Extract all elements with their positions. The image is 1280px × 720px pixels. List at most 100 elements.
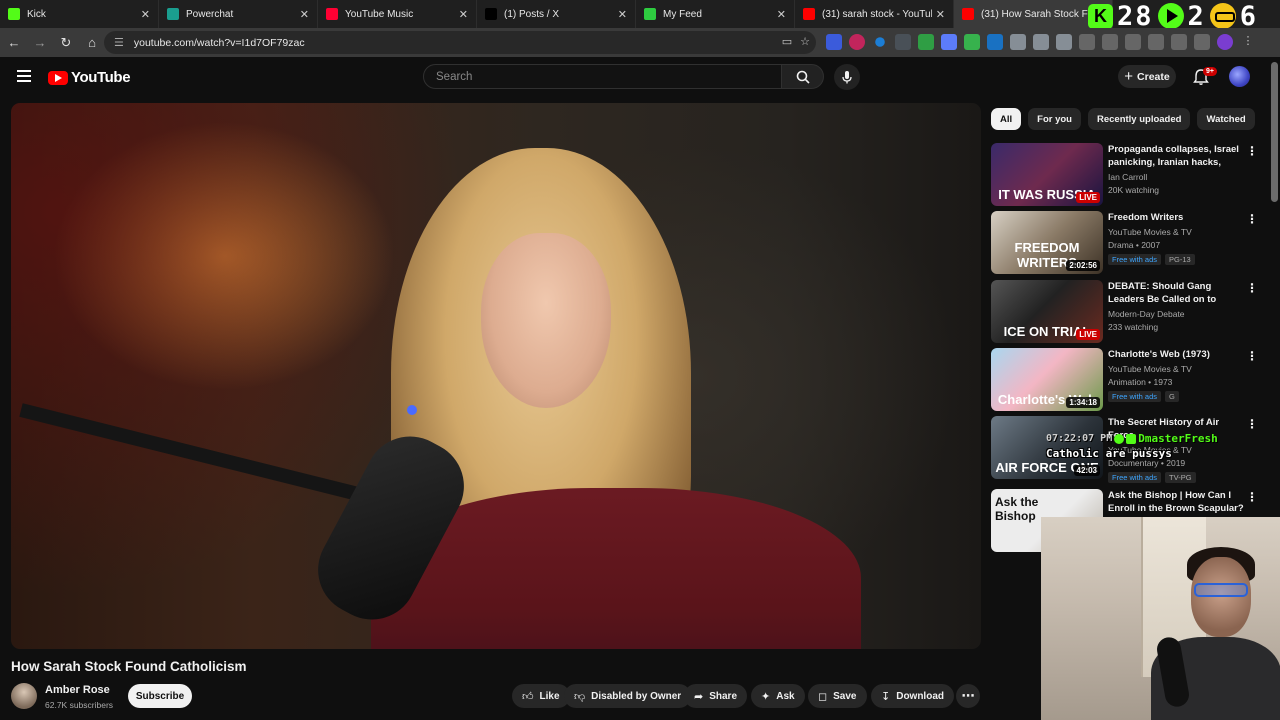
filter-chip[interactable]: All [991, 108, 1022, 130]
youtube-logo[interactable]: YouTube [48, 69, 131, 86]
extension-icon[interactable] [1010, 34, 1026, 50]
extension-icon[interactable] [941, 34, 957, 50]
tab-close-icon[interactable]: ✕ [459, 8, 468, 21]
site-info-icon[interactable]: ☰ [114, 36, 124, 49]
video-thumbnail[interactable]: IT WAS RUSSIA LIVE [991, 143, 1103, 206]
tab-close-icon[interactable]: ✕ [141, 8, 150, 21]
browser-tab[interactable]: Powerchat ✕ [159, 0, 318, 28]
extension-icon[interactable] [849, 34, 865, 50]
more-actions-button[interactable]: ⋯ [956, 684, 980, 708]
extension-icon[interactable] [964, 34, 980, 50]
recommended-stats: Animation • 1973 [1108, 377, 1173, 387]
extension-icon[interactable] [875, 37, 885, 47]
account-avatar[interactable] [1229, 66, 1250, 87]
kick-badge-icon [1114, 433, 1125, 444]
extension-icon[interactable] [1148, 34, 1164, 50]
sidebar-icon[interactable] [1171, 34, 1187, 50]
video-player[interactable] [11, 103, 981, 649]
extension-icon[interactable] [826, 34, 842, 50]
duration-badge: 2:02:56 [1066, 260, 1100, 271]
menu-icon[interactable] [17, 70, 31, 82]
youtube-header: YouTube Search + Create 9+ [0, 57, 1280, 97]
download-button[interactable]: ↧ Download [871, 684, 954, 708]
share-button[interactable]: ➦ Share [684, 684, 748, 708]
browser-tab[interactable]: Kick ✕ [0, 0, 159, 28]
browser-tab[interactable]: YouTube Music ✕ [318, 0, 477, 28]
like-button[interactable]: 👍︎ Like [512, 684, 570, 708]
ask-button[interactable]: ✦ Ask [751, 684, 805, 708]
tab-title: Powerchat [186, 8, 234, 20]
home-icon[interactable]: ⌂ [80, 31, 104, 55]
bookmark-star-icon[interactable]: ☆ [800, 35, 810, 48]
tab-close-icon[interactable]: ✕ [777, 8, 786, 21]
recommended-video[interactable]: FREEDOM WRITERS 2:02:56 Freedom Writers You… [991, 211, 1266, 275]
recommended-title: Freedom Writers [1108, 212, 1184, 223]
more-vertical-icon[interactable]: ⋮ [1246, 417, 1258, 431]
devtools-icon[interactable] [1125, 34, 1141, 50]
tab-favicon-icon [803, 8, 815, 20]
more-vertical-icon[interactable]: ⋮ [1246, 349, 1258, 363]
extension-icon[interactable] [1194, 34, 1210, 50]
dislike-button[interactable]: 👎︎ Disabled by Owner [564, 684, 692, 708]
history-icon[interactable] [1079, 34, 1095, 50]
more-vertical-icon[interactable]: ⋮ [1246, 281, 1258, 295]
address-bar: ← → ↻ ⌂ ☰ youtube.com/watch?v=I1d7OF79za… [0, 28, 1280, 57]
recommended-video[interactable]: IT WAS RUSSIA LIVE Propaganda collapses, I… [991, 143, 1266, 207]
menu-kebab-icon[interactable]: ⋮ [1240, 34, 1256, 50]
video-thumbnail[interactable]: ICE ON TRIAL LIVE [991, 280, 1103, 343]
content-tag: Free with ads [1108, 254, 1162, 265]
content-tag: Free with ads [1108, 472, 1162, 483]
sparkle-icon: ✦ [761, 690, 771, 703]
chat-message: Catholic are pussys [1046, 447, 1172, 460]
back-icon[interactable]: ← [2, 31, 26, 55]
video-thumbnail[interactable]: FREEDOM WRITERS 2:02:56 [991, 211, 1103, 274]
filter-chip[interactable]: Watched [1197, 108, 1255, 130]
more-vertical-icon[interactable]: ⋮ [1246, 490, 1258, 504]
voice-search-button[interactable] [834, 64, 860, 90]
save-button[interactable]: ◻ Save [808, 684, 867, 708]
more-vertical-icon[interactable]: ⋮ [1246, 144, 1258, 158]
browser-tab[interactable]: (31) sarah stock - YouTube ✕ [795, 0, 954, 28]
channel-avatar[interactable] [11, 683, 37, 709]
page-scrollbar[interactable] [1271, 62, 1278, 202]
tab-close-icon[interactable]: ✕ [936, 8, 945, 21]
url-field[interactable]: ☰ youtube.com/watch?v=I1d7OF79zac ▭ ☆ [104, 31, 816, 54]
extension-icon[interactable] [1102, 34, 1118, 50]
recommended-stats: 20K watching [1108, 185, 1160, 195]
profile-avatar[interactable] [1217, 34, 1233, 50]
tab-close-icon[interactable]: ✕ [618, 8, 627, 21]
extension-icon[interactable] [918, 34, 934, 50]
reload-icon[interactable]: ↻ [54, 31, 78, 55]
tab-close-icon[interactable]: ✕ [300, 8, 309, 21]
browser-tab[interactable]: My Feed ✕ [636, 0, 795, 28]
tab-title: (1) Posts / X [504, 8, 560, 20]
more-vertical-icon[interactable]: ⋮ [1246, 212, 1258, 226]
recommended-video[interactable]: ICE ON TRIAL LIVE DEBATE: Should Gang Lead… [991, 280, 1266, 344]
share-arrow-icon: ➦ [694, 690, 704, 703]
recommended-title: DEBATE: Should Gang Leaders Be Called on… [1108, 281, 1217, 305]
extension-icon[interactable] [895, 34, 911, 50]
video-title: How Sarah Stock Found Catholicism [11, 659, 247, 674]
recommended-video[interactable]: Charlotte's Web 1:34:18 Charlotte's Web (1… [991, 348, 1266, 412]
cast-icon[interactable]: ▭ [782, 35, 792, 48]
forward-icon[interactable]: → [28, 31, 52, 55]
content-tag: G [1165, 391, 1179, 402]
subscribe-button[interactable]: Subscribe [128, 684, 192, 708]
filter-chip[interactable]: For you [1028, 108, 1081, 130]
extension-icon[interactable] [987, 34, 1003, 50]
chat-username: DmasterFresh [1138, 432, 1218, 445]
extensions-row: ⋮ [826, 34, 1256, 50]
search-input[interactable]: Search [423, 64, 782, 89]
plus-icon: + [1124, 68, 1134, 85]
bookmark-icon: ◻ [818, 690, 828, 703]
channel-name[interactable]: Amber Rose [45, 684, 110, 696]
puzzle-icon[interactable] [1033, 34, 1049, 50]
extension-icon[interactable] [1056, 34, 1072, 50]
search-button[interactable] [781, 64, 824, 89]
filter-chip[interactable]: Recently uploaded [1087, 108, 1191, 130]
create-button[interactable]: + Create [1118, 65, 1176, 88]
recommended-channel: Ian Carroll [1108, 172, 1148, 182]
video-thumbnail[interactable]: Charlotte's Web 1:34:18 [991, 348, 1103, 411]
browser-tab[interactable]: (1) Posts / X ✕ [477, 0, 636, 28]
tab-favicon-icon [8, 8, 20, 20]
